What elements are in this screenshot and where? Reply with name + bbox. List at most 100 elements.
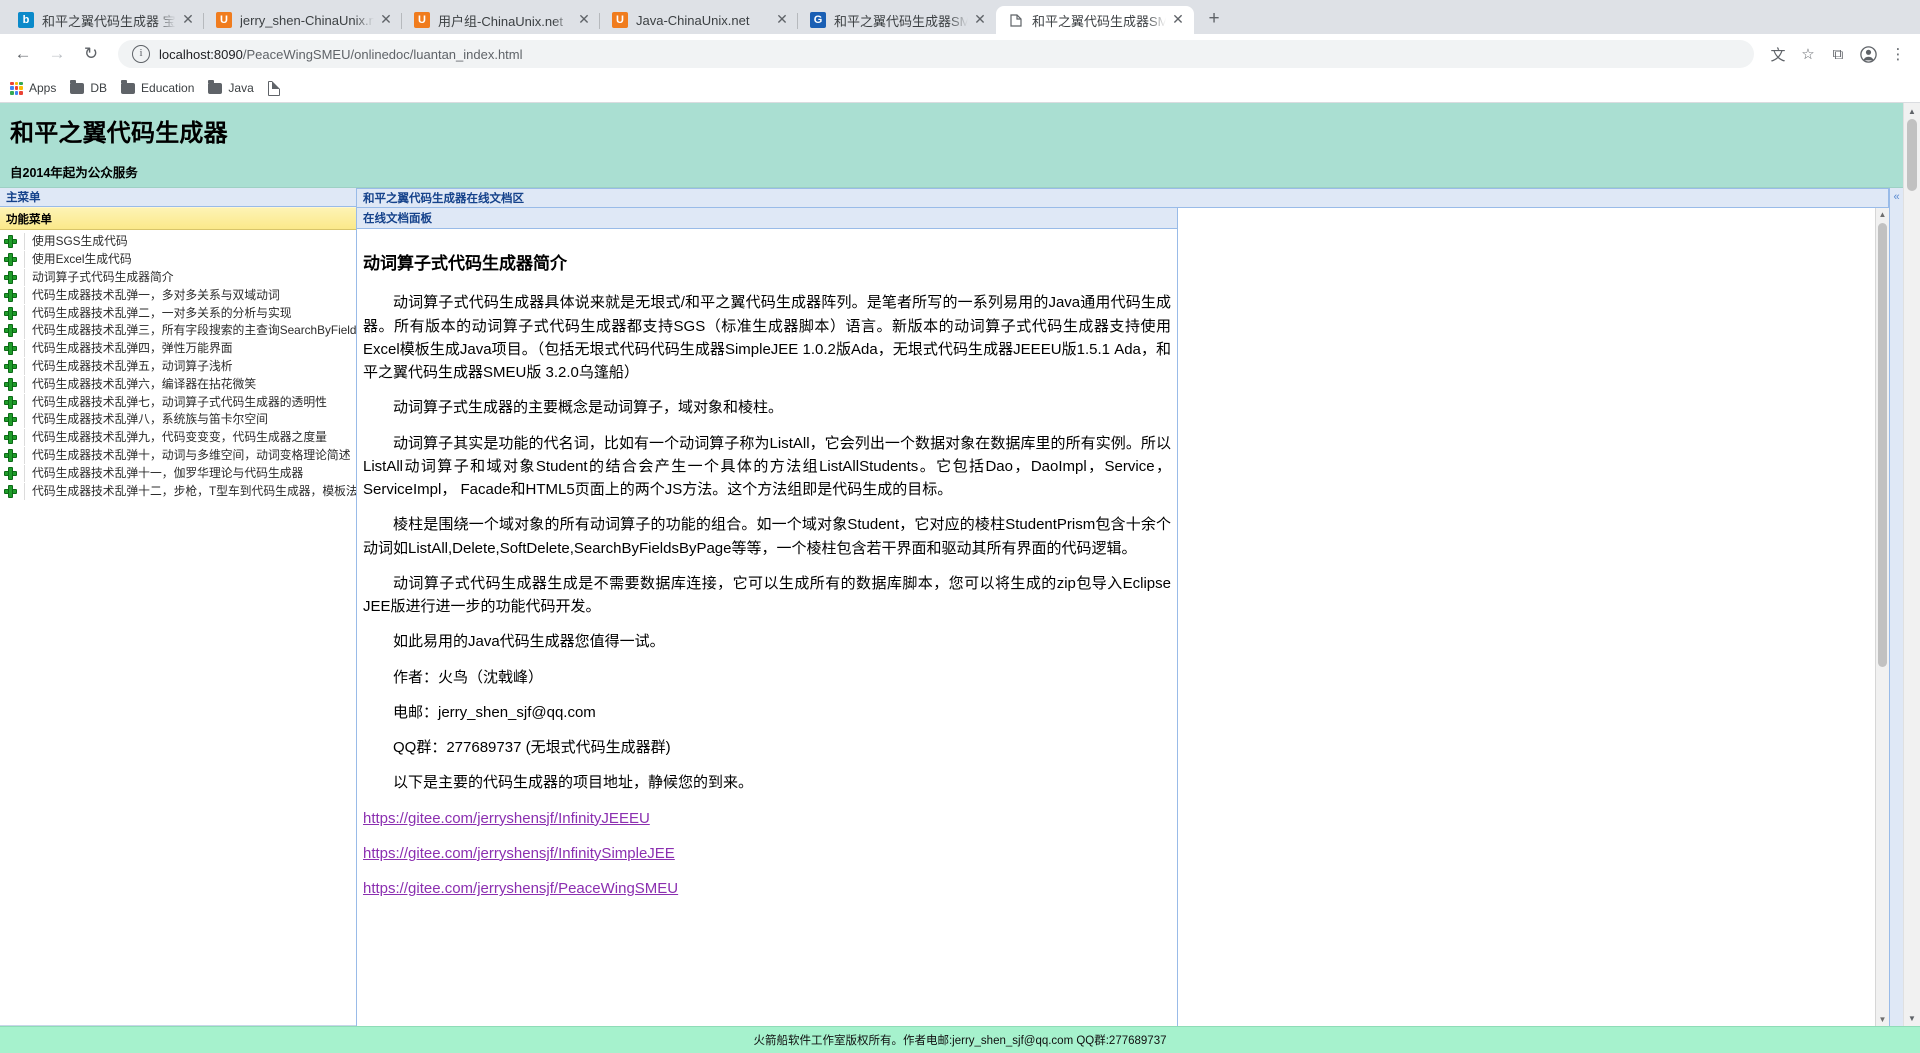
east-collapse-rail[interactable]: « — [1889, 188, 1903, 1026]
plus-cross-icon — [4, 395, 17, 409]
sidebar-item-label: 代码生成器技术乱弹十一，伽罗华理论与代码生成器 — [24, 464, 356, 482]
sidebar-item-13[interactable]: 代码生成器技术乱弹十一，伽罗华理论与代码生成器 — [0, 464, 356, 482]
browser-toolbar: ← → ↻ i localhost:8090/PeaceWingSMEU/onl… — [0, 34, 1920, 74]
center-region-header: 和平之翼代码生成器在线文档区 — [357, 188, 1889, 208]
page-content: 和平之翼代码生成器 自2014年起为公众服务 主菜单 功能菜单 使用SGS生成代… — [0, 103, 1903, 1026]
document-scrollbar[interactable]: ▲ ▼ — [1875, 208, 1889, 1026]
sidebar-item-5[interactable]: 代码生成器技术乱弹三，所有字段搜索的主查询SearchByFieldsByPag… — [0, 322, 356, 340]
page-scroll-track[interactable] — [1904, 119, 1920, 1010]
sidebar-item-0[interactable]: 使用SGS生成代码 — [0, 233, 356, 251]
page-title: 和平之翼代码生成器 — [10, 120, 228, 147]
document-email: 电邮：jerry_shen_sjf@qq.com — [393, 703, 596, 721]
bookmark-page[interactable] — [267, 80, 286, 96]
tab-close-button[interactable]: ✕ — [1170, 12, 1186, 28]
sidebar-region: 主菜单 功能菜单 使用SGS生成代码 使用Excel生成代码 动词算子式代码生成… — [0, 188, 357, 1026]
plus-cross-icon — [4, 235, 17, 249]
browser-tab-2[interactable]: U jerry_shen-ChinaUnix.net ✕ — [203, 6, 402, 34]
scroll-down-arrow[interactable]: ▼ — [1876, 1013, 1889, 1026]
plus-cross-icon — [4, 484, 17, 498]
page-subtitle: 自2014年起为公众服务 — [10, 166, 138, 180]
tab-close-button[interactable]: ✕ — [972, 12, 988, 28]
reload-button[interactable]: ↻ — [76, 39, 106, 69]
plus-cross-icon — [4, 324, 17, 338]
project-link-infinitysimplejee[interactable]: https://gitee.com/jerryshensjf/InfinityS… — [363, 845, 675, 862]
document-scroll-track[interactable] — [1876, 221, 1889, 1013]
layout-columns: 主菜单 功能菜单 使用SGS生成代码 使用Excel生成代码 动词算子式代码生成… — [0, 188, 1903, 1026]
new-tab-button[interactable]: + — [1200, 6, 1228, 34]
sidebar-item-12[interactable]: 代码生成器技术乱弹十，动词与多维空间，动词变格理论简述 — [0, 446, 356, 465]
document-wrapper: 在线文档面板 动词算子式代码生成器简介 动词算子式代码生成器具体说来就是无垠式/… — [357, 208, 1889, 1026]
smeu-icon: G — [810, 12, 826, 28]
document-body: 动词算子式代码生成器简介 动词算子式代码生成器具体说来就是无垠式/和平之翼代码生… — [357, 229, 1177, 1026]
sidebar-item-6[interactable]: 代码生成器技术乱弹四，弹性万能界面 — [0, 340, 356, 358]
bookmark-java[interactable]: Java — [208, 79, 254, 95]
plus-cross-icon — [4, 466, 17, 480]
address-bar[interactable]: i localhost:8090/PeaceWingSMEU/onlinedoc… — [118, 40, 1754, 68]
bookmark-apps[interactable]: Apps — [10, 81, 56, 95]
plus-cross-icon — [4, 253, 17, 267]
function-menu-header[interactable]: 功能菜单 — [0, 207, 356, 230]
sidebar-item-7[interactable]: 代码生成器技术乱弹五，动词算子浅析 — [0, 357, 356, 376]
sidebar-item-11[interactable]: 代码生成器技术乱弹九，代码变变变，代码生成器之度量 — [0, 429, 356, 447]
page-footer: 火箭船软件工作室版权所有。作者电邮:jerry_shen_sjf@qq.com … — [0, 1026, 1920, 1053]
bookmark-education[interactable]: Education — [121, 79, 194, 95]
page-scroll-up-arrow[interactable]: ▲ — [1904, 103, 1920, 119]
document-icon — [1008, 12, 1024, 28]
plus-cross-icon — [4, 413, 17, 427]
project-link-infinityjeeeu[interactable]: https://gitee.com/jerryshensjf/InfinityJ… — [363, 810, 650, 827]
url-host: localhost:8090 — [159, 46, 243, 62]
browser-tab-5[interactable]: G 和平之翼代码生成器SMEU ✕ — [797, 6, 996, 34]
sidebar-item-4[interactable]: 代码生成器技术乱弹二，一对多关系的分析与实现 — [0, 304, 356, 322]
tab-close-button[interactable]: ✕ — [378, 12, 394, 28]
tab-title: jerry_shen-ChinaUnix.net — [240, 12, 374, 28]
profile-icon[interactable] — [1854, 40, 1882, 68]
bookmark-db[interactable]: DB — [70, 79, 107, 95]
site-info-icon[interactable]: i — [132, 45, 150, 63]
sidebar-item-1[interactable]: 使用Excel生成代码 — [0, 251, 356, 269]
page-scroll-thumb[interactable] — [1907, 119, 1917, 191]
browser-tab-1[interactable]: b 和平之翼代码生成器 宝船 ✕ — [6, 6, 204, 34]
sidebar-item-label: 代码生成器技术乱弹六，编译器在拈花微笑 — [24, 375, 356, 393]
tab-close-button[interactable]: ✕ — [774, 12, 790, 28]
document-heading: 动词算子式代码生成器简介 — [363, 254, 567, 273]
document-author: 作者：火鸟（沈戟峰） — [393, 668, 544, 686]
sidebar-item-2[interactable]: 动词算子式代码生成器简介 — [0, 268, 356, 287]
scroll-up-arrow[interactable]: ▲ — [1876, 208, 1889, 221]
document-paragraph-4: 动词算子式代码生成器生成是不需要数据库连接，它可以生成所有的数据库脚本，您可以将… — [363, 574, 1171, 616]
document-paragraph-0: 动词算子式代码生成器具体说来就是无垠式/和平之翼代码生成器阵列。是笔者所写的一系… — [363, 294, 1171, 382]
forward-button[interactable]: → — [42, 39, 72, 69]
url-path: /PeaceWingSMEU/onlinedoc/luantan_index.h… — [242, 46, 523, 62]
page-scrollbar[interactable]: ▲ ▼ — [1903, 103, 1920, 1026]
center-region-title: 和平之翼代码生成器在线文档区 — [363, 193, 524, 205]
sidebar-item-3[interactable]: 代码生成器技术乱弹一，多对多关系与双域动词 — [0, 286, 356, 304]
folder-icon — [121, 79, 136, 94]
site-banner: 和平之翼代码生成器 自2014年起为公众服务 — [0, 103, 1903, 188]
plus-cross-icon — [4, 377, 17, 391]
sidebar-item-label: 动词算子式代码生成器简介 — [24, 268, 356, 286]
document-qq-group: QQ群：277689737 (无垠式代码生成器群) — [393, 739, 671, 757]
extensions-icon[interactable]: ⧉ — [1824, 40, 1852, 68]
function-menu-title: 功能菜单 — [6, 213, 52, 226]
sidebar-item-10[interactable]: 代码生成器技术乱弹八，系统族与笛卡尔空间 — [0, 411, 356, 429]
sidebar-item-8[interactable]: 代码生成器技术乱弹六，编译器在拈花微笑 — [0, 375, 356, 393]
tab-close-button[interactable]: ✕ — [576, 12, 592, 28]
plus-cross-icon — [4, 448, 17, 462]
browser-tab-4[interactable]: U Java-ChinaUnix.net ✕ — [599, 6, 798, 34]
back-button[interactable]: ← — [8, 39, 38, 69]
chinaunix-icon: U — [216, 12, 232, 28]
browser-tab-3[interactable]: U 用户组-ChinaUnix.net ✕ — [401, 6, 600, 34]
sidebar-item-14[interactable]: 代码生成器技术乱弹十二，步枪，T型车到代码生成器，模板法的工业魔术 — [0, 482, 356, 500]
bookmark-star-icon[interactable]: ☆ — [1794, 40, 1822, 68]
bing-icon: b — [18, 12, 34, 28]
project-link-peacewingsmeu[interactable]: https://gitee.com/jerryshensjf/PeaceWing… — [363, 880, 678, 897]
more-menu-icon[interactable]: ⋮ — [1884, 40, 1912, 68]
page-scroll-down-arrow[interactable]: ▼ — [1904, 1010, 1920, 1026]
tab-close-button[interactable]: ✕ — [180, 12, 196, 28]
document-projects-intro: 以下是主要的代码生成器的项目地址，静候您的到来。 — [393, 774, 754, 792]
browser-tab-6-active[interactable]: 和平之翼代码生成器SMEU ✕ — [996, 6, 1194, 34]
document-scroll-thumb[interactable] — [1878, 223, 1887, 667]
translate-icon[interactable]: 文 — [1764, 40, 1792, 68]
document-paragraph-5: 如此易用的Java代码生成器您值得一试。 — [393, 633, 665, 651]
sidebar-item-9[interactable]: 代码生成器技术乱弹七，动词算子式代码生成器的透明性 — [0, 393, 356, 411]
chinaunix-icon: U — [612, 12, 628, 28]
